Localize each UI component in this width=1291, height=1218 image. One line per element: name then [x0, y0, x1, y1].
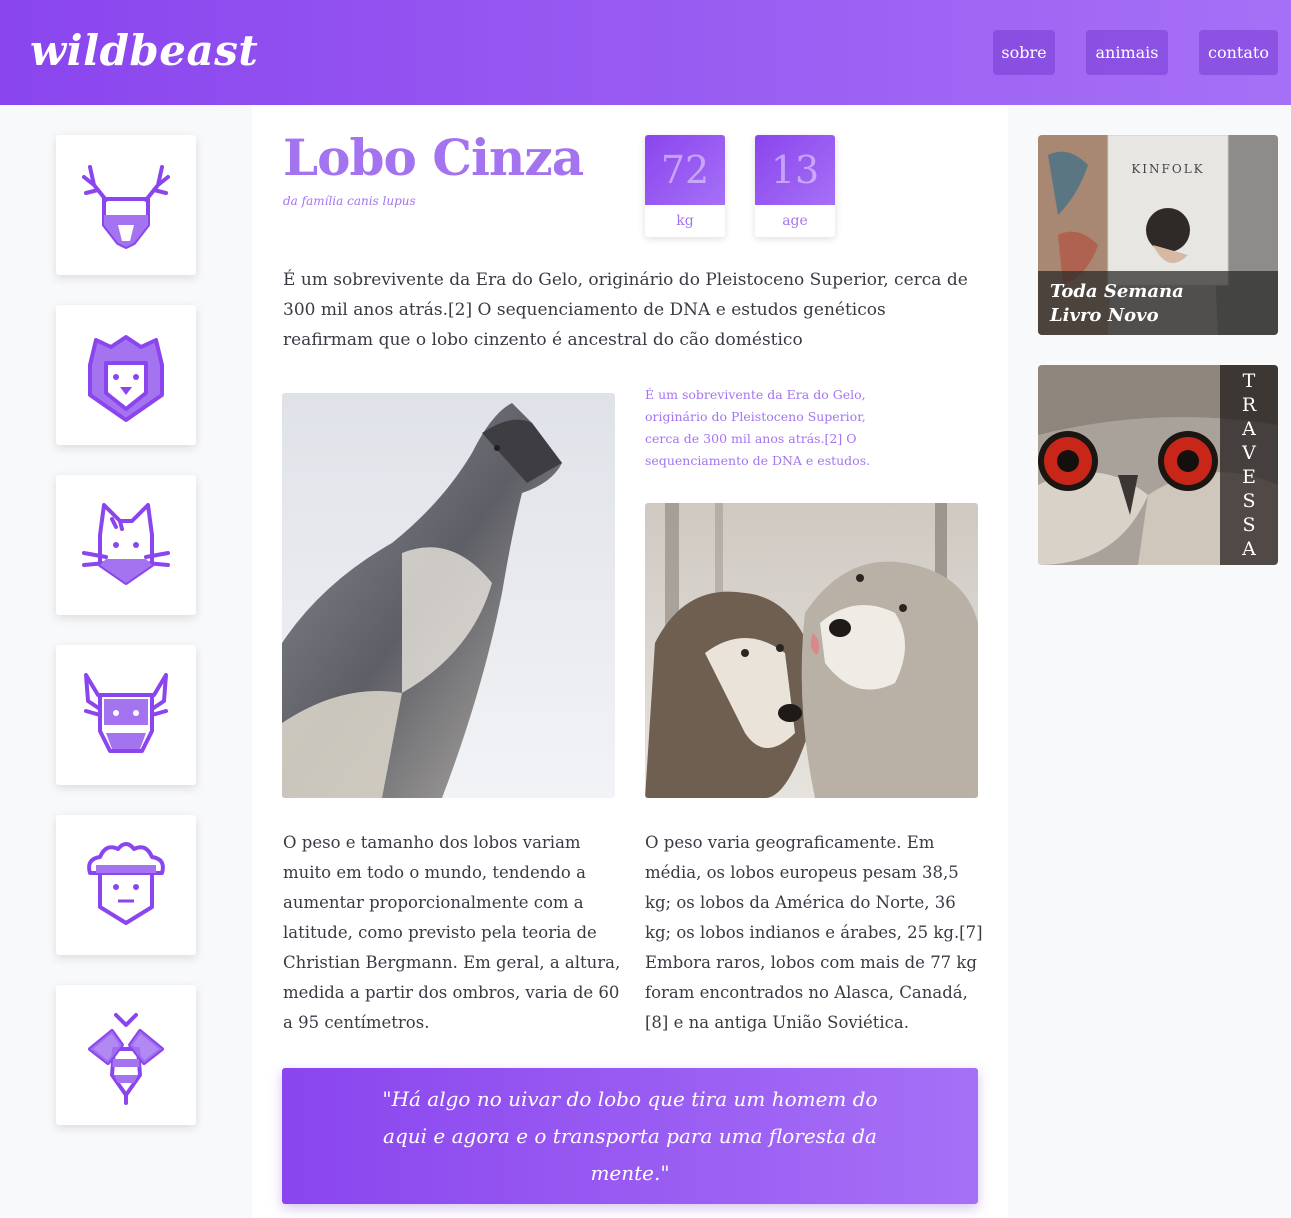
sidebar-item-bee[interactable] — [56, 985, 196, 1125]
travessa-letter: A — [1242, 538, 1256, 560]
age-label: age — [782, 213, 808, 229]
weight-value: 72 — [645, 135, 725, 205]
quote-block: "Há algo no uivar do lobo que tira um ho… — [282, 1068, 978, 1204]
nav-animais-button[interactable]: animais — [1086, 30, 1168, 75]
kinfolk-line-2: Livro Novo — [1050, 305, 1159, 326]
intro-paragraph: É um sobrevivente da Era do Gelo, origin… — [283, 270, 968, 350]
page-subtitle: da família canis lupus — [283, 194, 416, 208]
sidebar-item-sheep[interactable] — [56, 815, 196, 955]
kinfolk-brand: KINFOLK — [1131, 162, 1204, 176]
kinfolk-ad[interactable]: KINFOLK Toda Semana Livro Novo — [1038, 135, 1278, 335]
body-paragraph-left: O peso e tamanho dos lobos variam muito … — [283, 833, 621, 1032]
deer-icon — [82, 165, 170, 249]
sidebar-item-lion[interactable] — [56, 305, 196, 445]
site-logo[interactable]: wildbeast — [30, 26, 258, 75]
kinfolk-line-1: Toda Semana — [1050, 281, 1184, 302]
bull-icon — [84, 673, 168, 753]
weight-label: kg — [676, 213, 694, 229]
photo-caption: É um sobrevivente da Era do Gelo, origin… — [645, 387, 871, 468]
nav-contato-button[interactable]: contato — [1199, 30, 1278, 75]
travessa-letter: A — [1242, 418, 1256, 440]
travessa-letter: E — [1242, 466, 1256, 488]
travessa-letter: S — [1242, 514, 1256, 536]
lion-icon — [88, 335, 164, 422]
howling-wolf-photo — [282, 393, 615, 798]
kinfolk-ad-caption: Toda Semana Livro Novo — [1038, 271, 1278, 335]
bee-icon — [88, 1013, 164, 1105]
age-value: 13 — [755, 135, 835, 205]
weight-stat-card: 72 kg — [645, 135, 725, 237]
wolf-pair-photo — [645, 503, 978, 798]
cat-icon — [82, 503, 170, 585]
site-header: wildbeast sobre animais contato — [0, 0, 1291, 105]
travessa-letter: T — [1242, 370, 1256, 392]
sheep-icon — [87, 842, 165, 925]
sidebar-item-bull[interactable] — [56, 645, 196, 785]
travessa-letter: S — [1242, 490, 1256, 512]
body-paragraph-right: O peso varia geograficamente. Em média, … — [645, 833, 983, 1032]
travessa-letter: V — [1242, 442, 1256, 464]
page-title: Lobo Cinza — [283, 128, 584, 187]
travessa-letter: R — [1241, 394, 1257, 416]
travessa-ad-label: T R A V E S S A — [1220, 365, 1278, 565]
age-stat-card: 13 age — [755, 135, 835, 237]
travessa-ad[interactable]: T R A V E S S A — [1038, 365, 1278, 565]
quote-text: "Há algo no uivar do lobo que tira um ho… — [382, 1086, 878, 1185]
sidebar-item-deer[interactable] — [56, 135, 196, 275]
nav-sobre-button[interactable]: sobre — [993, 30, 1055, 75]
sidebar-item-cat[interactable] — [56, 475, 196, 615]
